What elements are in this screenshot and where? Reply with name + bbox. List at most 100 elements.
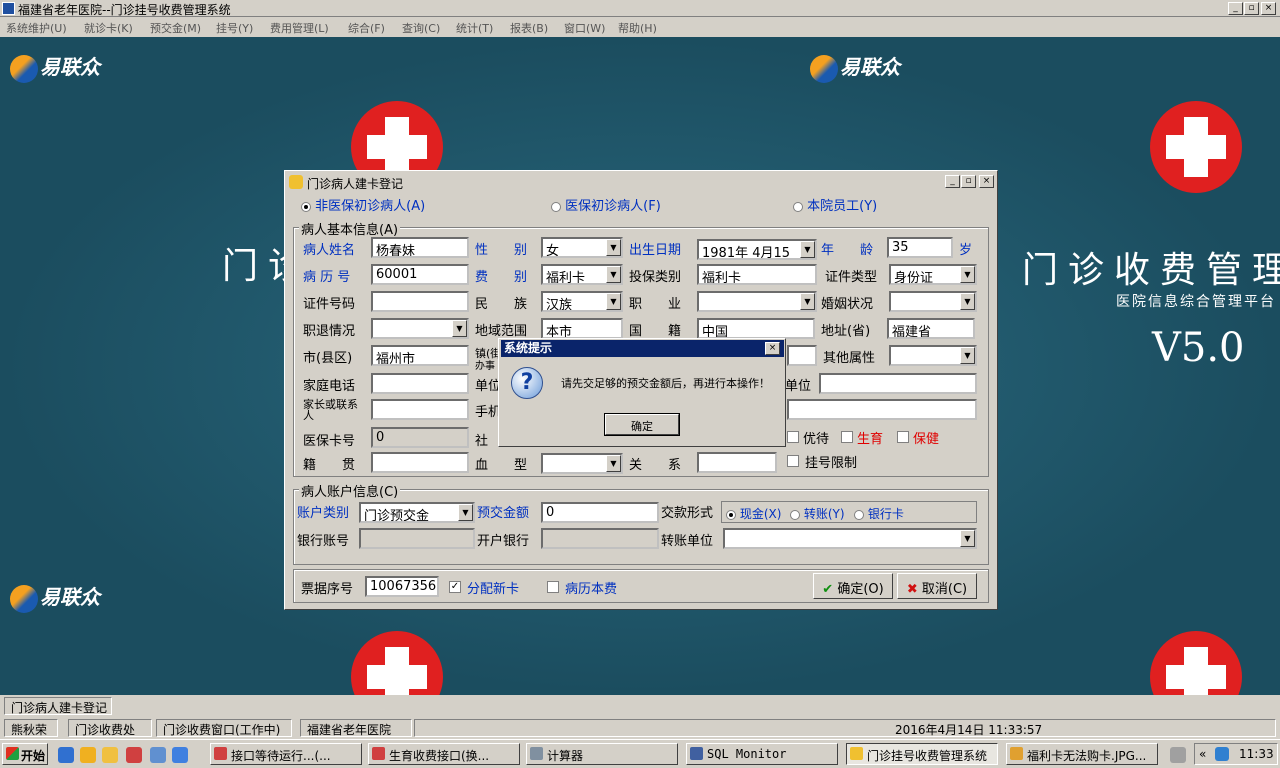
basic-info-legend: 病人基本信息(A): [299, 219, 401, 238]
minimize-button[interactable]: _: [1228, 2, 1243, 15]
menu-prepay[interactable]: 预交金(M): [150, 20, 201, 36]
calculator-icon: [530, 747, 543, 760]
fee-select[interactable]: 福利卡 ▼: [541, 264, 623, 285]
status-user: 熊秋荣: [4, 719, 58, 737]
other-attr-select[interactable]: ▼: [889, 345, 977, 366]
menu-fee[interactable]: 费用管理(L): [270, 20, 329, 36]
maximize-button[interactable]: ▫: [1244, 2, 1259, 15]
nation-input[interactable]: 中国: [697, 318, 815, 339]
task-sql-monitor[interactable]: SQL Monitor: [686, 743, 838, 765]
task-image-viewer[interactable]: 福利卡无法购卡.JPG...: [1006, 743, 1158, 765]
cancel-button[interactable]: ✖ 取消(C): [897, 573, 977, 599]
app-quick-icon[interactable]: [150, 747, 166, 763]
window-tab[interactable]: 门诊病人建卡登记: [4, 697, 112, 715]
job-label: 职 业: [629, 297, 682, 312]
relation-input[interactable]: [697, 452, 777, 473]
prepay-input[interactable]: 0: [541, 502, 659, 523]
reg-limit-checkbox[interactable]: [787, 455, 799, 467]
app-quick-icon[interactable]: [102, 747, 118, 763]
age-input[interactable]: 35: [887, 237, 953, 258]
youdai-checkbox[interactable]: [787, 431, 799, 443]
shengyu-checkbox[interactable]: [841, 431, 853, 443]
ins-card-input[interactable]: 0: [371, 427, 469, 448]
tray-expand-icon[interactable]: «: [1199, 747, 1206, 761]
bank-acct-input[interactable]: [359, 528, 475, 549]
app-quick-icon[interactable]: [80, 747, 96, 763]
bank-input[interactable]: [541, 528, 659, 549]
task-birth-interface[interactable]: 生育收费接口(换...: [368, 743, 520, 765]
menu-system[interactable]: 系统维护(U): [6, 20, 67, 36]
home-phone-input[interactable]: [371, 373, 469, 394]
name-input[interactable]: 杨春妹: [371, 237, 469, 258]
pay-bank-radio[interactable]: 银行卡: [854, 505, 904, 522]
pay-transfer-radio[interactable]: 转账(Y): [790, 505, 845, 522]
brand-logo: 易联众: [10, 581, 100, 613]
ins-type-input[interactable]: 福利卡: [697, 264, 817, 285]
network-icon[interactable]: [1215, 747, 1229, 761]
app-icon: [2, 2, 15, 15]
form-maximize-button[interactable]: ▫: [961, 175, 976, 188]
task-icon: [372, 747, 385, 760]
relation-label: 关 系: [629, 458, 682, 473]
record-fee-checkbox[interactable]: [547, 581, 559, 593]
status-datetime: 2016年4月14日 11:33:57: [414, 719, 1276, 737]
province-input[interactable]: 福建省: [887, 318, 975, 339]
unit-input[interactable]: [819, 373, 977, 394]
menu-window[interactable]: 窗口(W): [564, 20, 605, 36]
contact-input[interactable]: [371, 399, 469, 420]
reg-limit-label: 挂号限制: [805, 456, 858, 471]
app-quick-icon[interactable]: [126, 747, 142, 763]
question-icon: ?: [511, 367, 543, 399]
marital-select[interactable]: ▼: [889, 291, 977, 312]
dialog-close-button[interactable]: ×: [765, 342, 780, 355]
task-main-system[interactable]: 门诊挂号收费管理系统: [846, 743, 998, 765]
region-input[interactable]: 本市: [541, 318, 623, 339]
mobile-input[interactable]: [787, 399, 977, 420]
ethnic-select[interactable]: 汉族 ▼: [541, 291, 623, 312]
close-button[interactable]: ×: [1261, 2, 1276, 15]
keyboard-icon[interactable]: [1170, 747, 1186, 763]
task-calculator[interactable]: 计算器: [526, 743, 678, 765]
job-select[interactable]: ▼: [697, 291, 817, 312]
form-close-button[interactable]: ×: [979, 175, 994, 188]
status-window: 门诊收费窗口(工作中): [156, 719, 292, 737]
dialog-ok-button[interactable]: 确定: [604, 413, 680, 436]
menu-general[interactable]: 综合(F): [348, 20, 385, 36]
town-input[interactable]: [787, 345, 817, 366]
id-type-select[interactable]: 身份证 ▼: [889, 264, 977, 285]
blood-select[interactable]: ▼: [541, 453, 623, 474]
record-input[interactable]: 60001: [371, 264, 469, 285]
form-minimize-button[interactable]: _: [945, 175, 960, 188]
menu-help[interactable]: 帮助(H): [618, 20, 657, 36]
age-label: 年 龄: [821, 243, 874, 258]
menu-report[interactable]: 报表(B): [510, 20, 548, 36]
pay-cash-radio[interactable]: 现金(X): [726, 505, 781, 522]
id-no-input[interactable]: [371, 291, 469, 312]
baojian-checkbox[interactable]: [897, 431, 909, 443]
city-input[interactable]: 福州市: [371, 345, 469, 366]
age-unit: 岁: [959, 243, 973, 258]
sex-select[interactable]: 女 ▼: [541, 237, 623, 258]
menu-query[interactable]: 查询(C): [402, 20, 440, 36]
app-quick-icon[interactable]: [172, 747, 188, 763]
type-nonins-radio[interactable]: 非医保初诊病人(A): [301, 195, 425, 214]
form-icon: [289, 175, 303, 189]
status-dept: 门诊收费处: [68, 719, 152, 737]
start-button[interactable]: 开始: [2, 743, 48, 765]
menu-stats[interactable]: 统计(T): [456, 20, 493, 36]
type-ins-radio[interactable]: 医保初诊病人(F): [551, 195, 661, 214]
native-input[interactable]: [371, 452, 469, 473]
task-interface-wait[interactable]: 接口等待运行...(...: [210, 743, 362, 765]
new-card-checkbox[interactable]: ✓: [449, 581, 461, 593]
menu-card[interactable]: 就诊卡(K): [84, 20, 133, 36]
acct-type-select[interactable]: 门诊预交金 ▼: [359, 502, 475, 523]
ie-icon[interactable]: [58, 747, 74, 763]
menu-register[interactable]: 挂号(Y): [216, 20, 253, 36]
status-bar: 熊秋荣 门诊收费处 门诊收费窗口(工作中) 福建省老年医院 2016年4月14日…: [0, 717, 1280, 739]
retire-select[interactable]: ▼: [371, 318, 469, 339]
ok-button[interactable]: ✔ 确定(O): [813, 573, 893, 599]
dob-picker[interactable]: 1981年 4月15 ▼: [697, 239, 817, 260]
type-staff-radio[interactable]: 本院员工(Y): [793, 195, 877, 214]
transfer-unit-select[interactable]: ▼: [723, 528, 977, 549]
receipt-input[interactable]: 10067356: [365, 576, 439, 597]
